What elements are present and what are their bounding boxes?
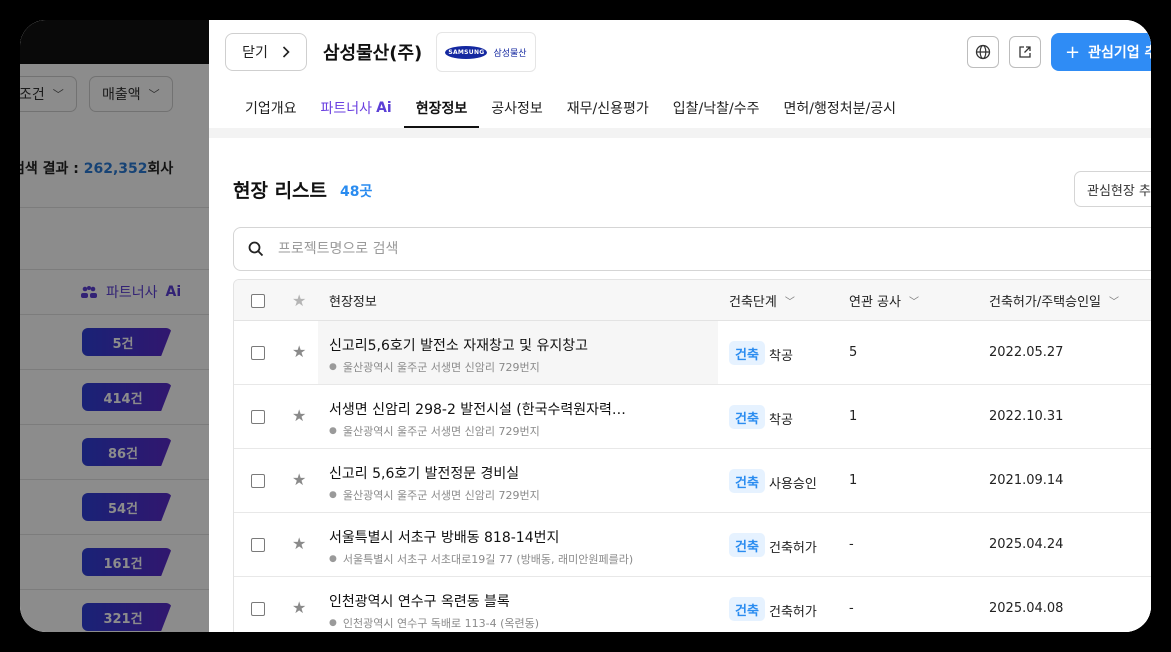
select-all-checkbox[interactable] [251,293,265,308]
search-input[interactable] [278,241,878,257]
list-count: 48곳 [340,184,373,200]
location-pin-icon: ● [329,362,337,372]
column-site-info: 현장정보 [329,295,377,310]
stage-text: 착공 [769,349,793,364]
related-count: 1 [849,473,858,488]
stage-badge: 건축 [729,341,765,365]
related-count: 1 [849,409,858,424]
samsung-logo-mark: SAMSUNG [445,45,488,59]
website-button[interactable] [967,36,999,68]
close-label: 닫기 [242,45,268,61]
stage-text: 사용승인 [769,477,817,492]
primary-button-label: 관심기업 추 [1088,45,1151,61]
logo-text: 삼성물산 [493,48,527,59]
row-checkbox[interactable] [251,346,265,360]
stage-text: 착공 [769,413,793,428]
table-row[interactable]: ★ 서울특별시 서초구 방배동 818-14번지 ● 서울특별시 서초구 서초대로… [234,513,1151,577]
add-watch-company-button[interactable]: + 관심기업 추 [1051,33,1151,71]
chevron-right-icon [282,46,290,58]
project-address: ● 인천광역시 연수구 독배로 113-4 (옥련동) [329,617,540,630]
ai-label: Ai [376,100,392,116]
chevron-down-icon: ﹀ [1109,297,1120,308]
related-count: - [849,601,854,616]
site-table: ★ 현장정보 건축단계 ﹀ 연관 공사 ﹀ 건축허가/주택승인일 ﹀ ★ 신고리5,6… [233,279,1151,632]
company-logo: SAMSUNG 삼성물산 [436,32,536,72]
column-permit-date[interactable]: 건축허가/주택승인일 ﹀ [989,280,1119,321]
location-pin-icon: ● [329,426,337,436]
location-pin-icon: ● [329,554,337,564]
external-link-icon [1019,46,1031,58]
company-name: 삼성물산(주) [323,43,423,64]
star-icon[interactable]: ★ [292,536,306,552]
location-pin-icon: ● [329,490,337,500]
project-address: ● 울산광역시 울주군 서생면 신암리 729번지 [329,361,540,374]
tab-bidding[interactable]: 입찰/낙찰/수주 [661,88,772,128]
location-pin-icon: ● [329,618,337,628]
search-icon [248,241,264,257]
tab-company-overview[interactable]: 기업개요 [233,88,309,128]
project-address: ● 울산광역시 울주군 서생면 신암리 729번지 [329,489,540,502]
related-count: - [849,537,854,552]
table-header: ★ 현장정보 건축단계 ﹀ 연관 공사 ﹀ 건축허가/주택승인일 ﹀ [234,280,1151,321]
column-stage[interactable]: 건축단계 ﹀ [729,280,795,321]
table-row[interactable]: ★ 신고리 5,6호기 발전정문 경비실 ● 울산광역시 울주군 서생면 신암리 … [234,449,1151,513]
stage-badge: 건축 [729,405,765,429]
tab-license-disclosure[interactable]: 면허/행정처분/공시 [771,88,907,128]
modal-overlay[interactable] [20,20,209,632]
project-address: ● 서울특별시 서초구 서초대로19길 77 (방배동, 래미안원페를라) [329,553,634,566]
stage-badge: 건축 [729,597,765,621]
table-row[interactable]: ★ 서생면 신암리 298-2 발전시설 (한국수력원자력(… ● 울산광역시 울… [234,385,1151,449]
column-related[interactable]: 연관 공사 ﹀ [849,280,919,321]
chevron-down-icon: ﹀ [908,297,919,308]
plus-icon: + [1065,41,1081,63]
project-address: ● 울산광역시 울주군 서생면 신암리 729번지 [329,425,540,438]
star-icon[interactable]: ★ [292,344,306,360]
row-checkbox[interactable] [251,602,265,616]
table-row[interactable]: ★ 인천광역시 연수구 옥련동 블록 ● 인천광역시 연수구 독배로 113-4 … [234,577,1151,632]
project-name[interactable]: 서울특별시 서초구 방배동 818-14번지 [329,527,559,547]
permit-date: 2022.10.31 [989,409,1064,424]
project-name[interactable]: 인천광역시 연수구 옥련동 블록 [329,591,510,611]
site-list-card: 현장 리스트 48곳 관심현장 추 ★ [209,138,1151,632]
close-button[interactable]: 닫기 [225,33,307,71]
tab-bar: 기업개요 파트너사 Ai 현장정보 공사정보 재무/신용평가 입찰/낙찰/수주 면… [233,88,908,128]
stage-text: 건축허가 [769,605,817,620]
tab-site-info[interactable]: 현장정보 [403,88,480,128]
panel-body: 현장 리스트 48곳 관심현장 추 ★ [209,128,1151,632]
permit-date: 2022.05.27 [989,345,1064,360]
globe-icon [975,44,991,60]
stage-text: 건축허가 [769,541,817,556]
permit-date: 2025.04.24 [989,537,1064,552]
add-watch-site-button[interactable]: 관심현장 추 [1074,171,1151,207]
row-checkbox[interactable] [251,474,265,488]
chevron-down-icon: ﹀ [784,297,795,308]
project-name[interactable]: 신고리5,6호기 발전소 자재창고 및 유지창고 [329,335,588,355]
star-icon[interactable]: ★ [292,472,306,488]
star-icon[interactable]: ★ [292,600,306,616]
screen: 조건 ﹀ 매출액 ﹀ 검색 결과 : 262,352회사 파트너사 Ai [20,20,1151,632]
device-frame: 조건 ﹀ 매출액 ﹀ 검색 결과 : 262,352회사 파트너사 Ai [0,0,1171,652]
tab-finance-credit[interactable]: 재무/신용평가 [555,88,661,128]
company-detail-panel: 닫기 삼성물산(주) SAMSUNG 삼성물산 + 관심기업 추 기업개요 파트… [209,20,1151,632]
tab-construction-info[interactable]: 공사정보 [479,88,555,128]
row-checkbox[interactable] [251,410,265,424]
tab-partners-ai[interactable]: 파트너사 Ai [309,88,404,128]
permit-date: 2025.04.08 [989,601,1064,616]
star-icon[interactable]: ★ [292,408,306,424]
table-row[interactable]: ★ 신고리5,6호기 발전소 자재창고 및 유지창고 ● 울산광역시 울주군 서생… [234,321,1151,385]
list-title: 현장 리스트 [233,180,328,202]
row-checkbox[interactable] [251,538,265,552]
project-search [233,227,1151,271]
star-icon: ★ [292,291,307,310]
panel-header: 닫기 삼성물산(주) SAMSUNG 삼성물산 + 관심기업 추 기업개요 파트… [209,20,1151,128]
project-name[interactable]: 신고리 5,6호기 발전정문 경비실 [329,463,519,483]
open-external-button[interactable] [1009,36,1041,68]
stage-badge: 건축 [729,469,765,493]
related-count: 5 [849,345,858,360]
stage-badge: 건축 [729,533,765,557]
project-name[interactable]: 서생면 신암리 298-2 발전시설 (한국수력원자력(… [329,399,629,419]
permit-date: 2021.09.14 [989,473,1064,488]
